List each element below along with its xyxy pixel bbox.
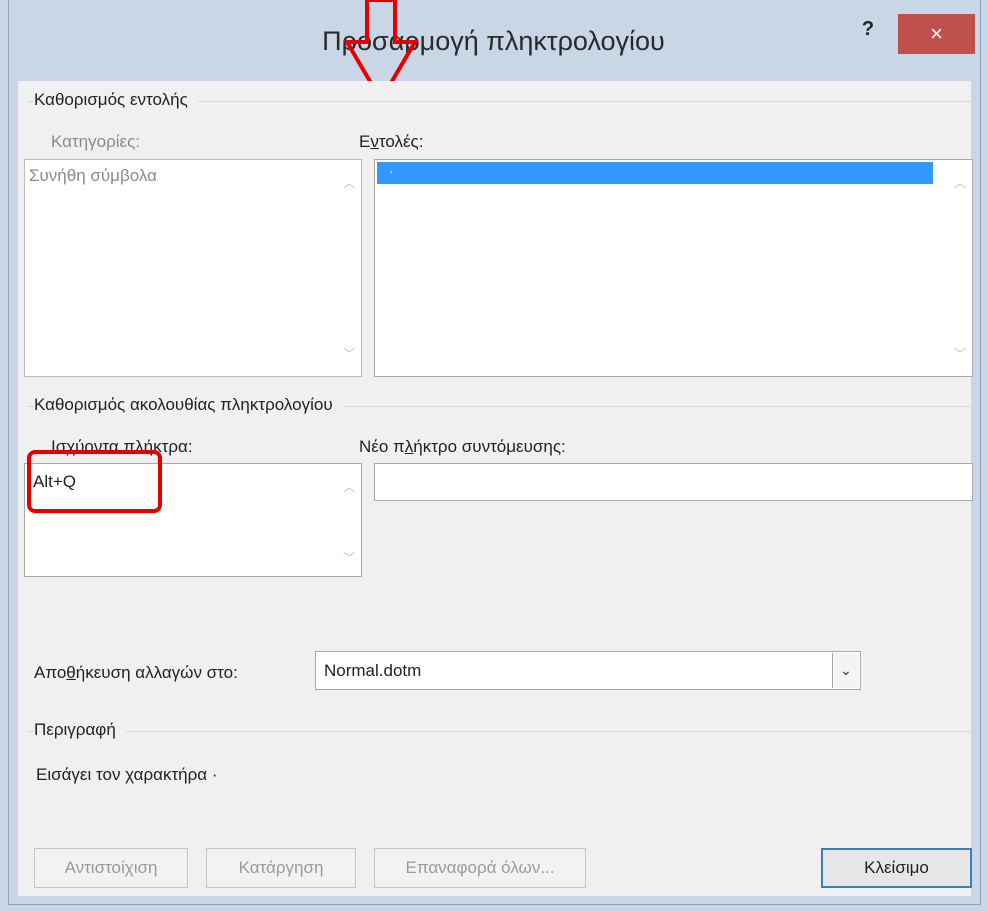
save-changes-label-pre: Απο xyxy=(34,663,67,682)
new-shortcut-label-pre: Νέο π xyxy=(359,437,405,456)
commands-label-pre: Ε xyxy=(359,132,371,151)
keyboard-group-title: Καθορισμός ακολουθίας πληκτρολογίου xyxy=(34,395,343,415)
help-button[interactable]: ? xyxy=(848,14,888,44)
reset-all-button[interactable]: Επαναφορά όλων... xyxy=(374,848,586,888)
scroll-up-icon[interactable]: ︿ xyxy=(340,478,358,495)
commands-label-post: τολές: xyxy=(378,132,424,151)
assign-button[interactable]: Αντιστοίχιση xyxy=(34,848,188,888)
scroll-up-icon[interactable]: ︿ xyxy=(340,174,358,191)
commands-list[interactable]: · ︿ ﹀ xyxy=(374,159,973,377)
categories-list-item[interactable]: Συνήθη σύμβολα xyxy=(29,166,157,186)
new-shortcut-label-accel: λ xyxy=(404,437,414,456)
close-window-button[interactable]: × xyxy=(898,14,975,54)
scroll-down-icon[interactable]: ﹀ xyxy=(340,549,358,566)
description-text: Εισάγει τον χαρακτήρα · xyxy=(36,765,218,784)
save-changes-label-post: ήκευση αλλαγών στο: xyxy=(75,663,238,682)
description-title: Περιγραφή xyxy=(34,720,126,740)
annotation-highlight-box xyxy=(27,450,162,513)
save-changes-label-accel: θ xyxy=(66,663,76,682)
save-changes-select[interactable]: Normal.dotm ⌄ xyxy=(315,651,861,690)
save-changes-value: Normal.dotm xyxy=(324,661,422,680)
chevron-down-icon[interactable]: ⌄ xyxy=(832,653,859,688)
description-divider xyxy=(28,731,971,732)
categories-label: Κατηγορίες: xyxy=(51,132,141,151)
window-title: Προσαρμογή πληκτρολογίου xyxy=(322,26,665,56)
close-button[interactable]: Κλείσιμο xyxy=(821,848,972,888)
command-group-title: Καθορισμός εντολής xyxy=(34,90,198,110)
new-shortcut-input[interactable] xyxy=(374,463,973,501)
new-shortcut-label-post: ήκτρο συντόμευσης: xyxy=(413,437,566,456)
commands-label-accel: ν xyxy=(370,132,379,151)
commands-label: Εντολές: xyxy=(359,132,423,152)
scroll-down-icon[interactable]: ﹀ xyxy=(951,345,969,362)
new-shortcut-label: Νέο πλήκτρο συντόμευσης: xyxy=(359,437,566,457)
remove-button[interactable]: Κατάργηση xyxy=(206,848,356,888)
save-changes-label: Αποθήκευση αλλαγών στο: xyxy=(34,663,238,683)
categories-list[interactable]: Συνήθη σύμβολα ︿ ﹀ xyxy=(24,159,362,377)
commands-list-selected-item[interactable]: · xyxy=(377,162,933,184)
scroll-down-icon[interactable]: ﹀ xyxy=(340,345,358,362)
scroll-up-icon[interactable]: ︿ xyxy=(951,174,969,191)
